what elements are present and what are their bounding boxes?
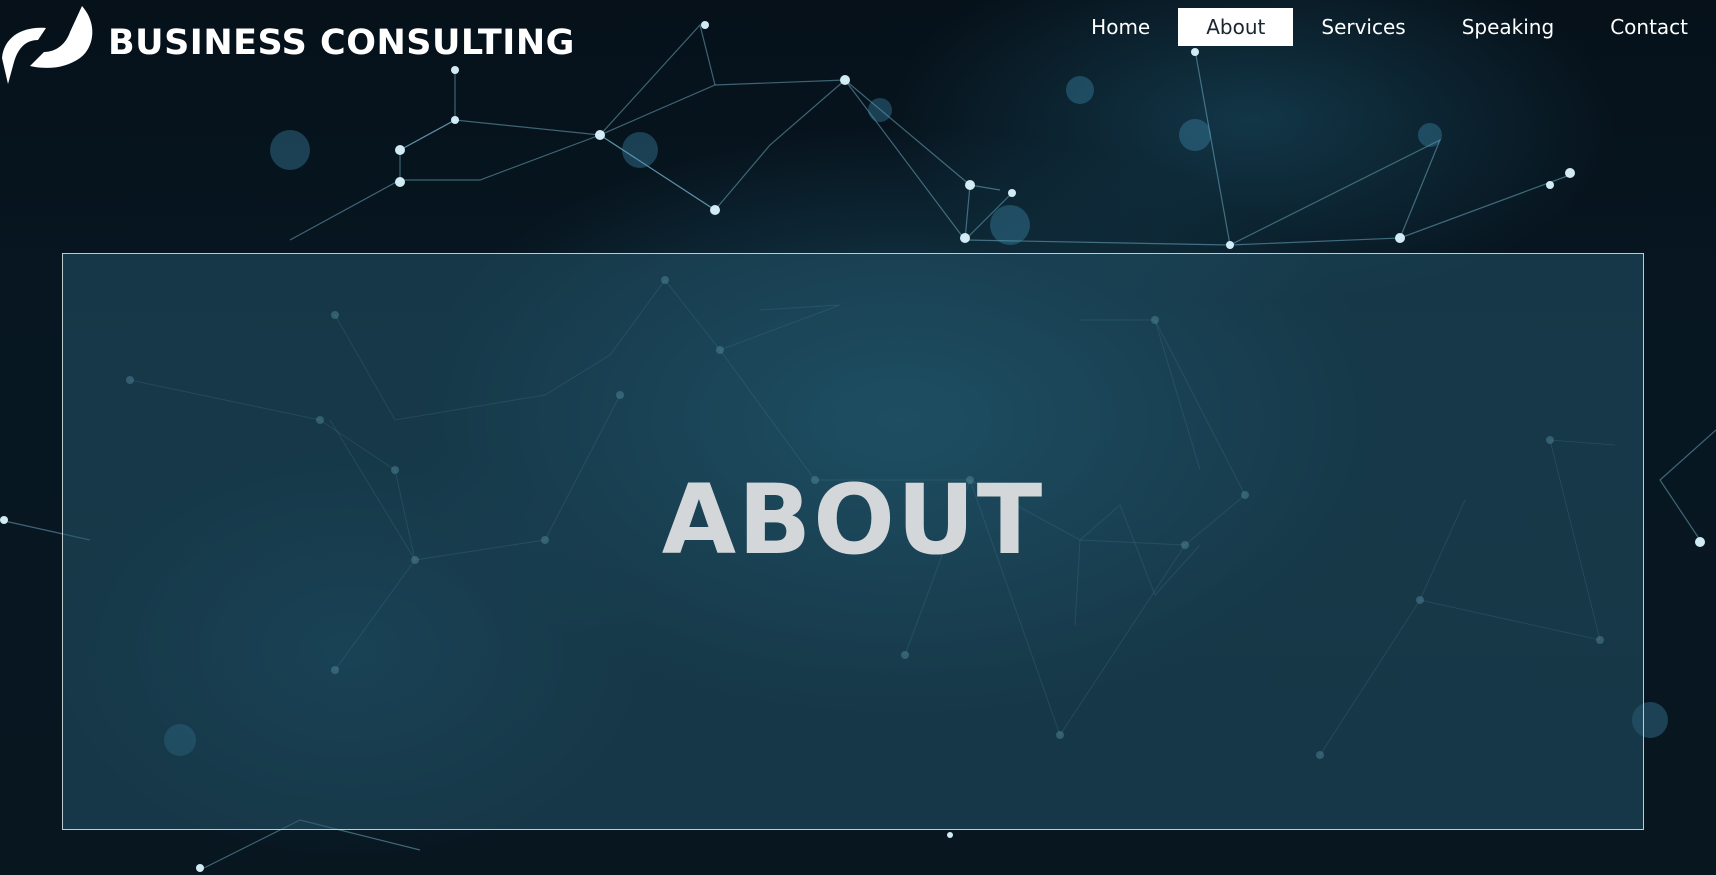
nav-item-services[interactable]: Services <box>1293 8 1433 46</box>
nav-item-about[interactable]: About <box>1178 8 1294 46</box>
hero-panel: ABOUT <box>62 253 1644 830</box>
nav-item-home[interactable]: Home <box>1063 8 1178 46</box>
brand-logo[interactable]: BUSINESS CONSULTING <box>0 6 575 84</box>
main-nav: Home About Services Speaking Contact <box>1063 8 1716 46</box>
swirl-logo-icon <box>2 6 93 84</box>
brand-name: BUSINESS CONSULTING <box>108 23 575 63</box>
site-header: BUSINESS CONSULTING Home About Services … <box>0 0 1716 90</box>
nav-item-speaking[interactable]: Speaking <box>1434 8 1582 46</box>
nav-item-contact[interactable]: Contact <box>1582 8 1716 46</box>
page-title: ABOUT <box>661 464 1045 577</box>
